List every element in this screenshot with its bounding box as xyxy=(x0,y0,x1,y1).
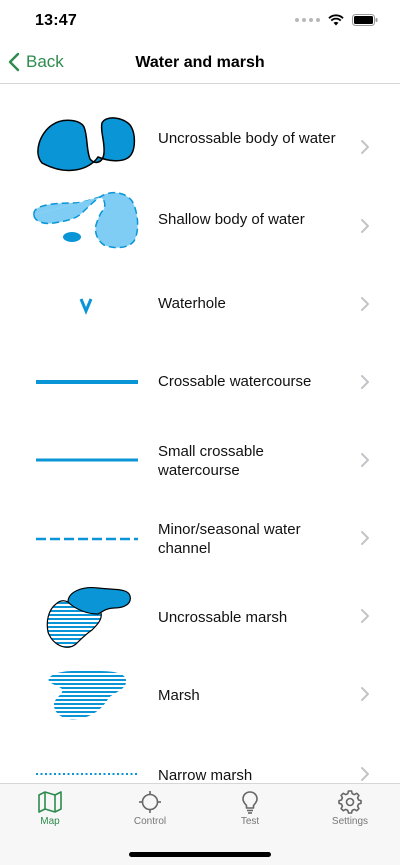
wifi-icon xyxy=(328,14,344,26)
list-item-waterhole[interactable]: Waterhole xyxy=(0,265,400,343)
tab-test[interactable]: Test xyxy=(200,790,300,827)
list-item-label: Crossable watercourse xyxy=(158,373,312,390)
status-icons xyxy=(295,14,378,26)
cellular-dots-icon xyxy=(295,18,320,22)
tab-label: Settings xyxy=(331,816,369,827)
chevron-right-icon xyxy=(361,297,369,311)
list-item-label: Minor/seasonal water channel xyxy=(158,521,301,557)
narrow-marsh-icon xyxy=(36,773,138,775)
list-item-label: Small crossable watercourse xyxy=(158,443,264,479)
chevron-right-icon xyxy=(361,219,369,233)
gear-icon xyxy=(338,790,362,814)
small-watercourse-icon xyxy=(36,458,138,462)
seasonal-channel-icon xyxy=(36,537,138,541)
crossable-watercourse-icon xyxy=(36,380,138,384)
list-item-label: Shallow body of water xyxy=(158,211,305,228)
shallow-water-icon xyxy=(33,191,139,249)
list-item-label: Marsh xyxy=(158,687,200,704)
tab-settings[interactable]: Settings xyxy=(300,790,400,827)
page-title: Water and marsh xyxy=(135,54,265,71)
navigation-bar: Back Water and marsh xyxy=(0,44,400,84)
chevron-right-icon xyxy=(361,453,369,467)
chevron-right-icon xyxy=(361,375,369,389)
status-bar: 13:47 xyxy=(0,0,400,44)
uncrossable-marsh-icon xyxy=(46,587,131,648)
list-item-label: Uncrossable marsh xyxy=(158,609,288,626)
tab-map[interactable]: Map xyxy=(0,790,100,827)
map-icon xyxy=(38,791,62,813)
tab-label: Control xyxy=(133,816,167,827)
waterhole-icon xyxy=(79,298,93,315)
chevron-right-icon xyxy=(361,531,369,545)
chevron-right-icon xyxy=(361,687,369,701)
list-item-label: Waterhole xyxy=(158,295,226,312)
status-time: 13:47 xyxy=(35,12,77,29)
chevron-right-icon xyxy=(361,609,369,623)
list-item-narrow-marsh[interactable]: Narrow marsh xyxy=(0,733,400,783)
list-item-uncrossable-water[interactable]: Uncrossable body of water xyxy=(0,107,400,185)
tab-label: Test xyxy=(240,816,260,827)
marsh-icon xyxy=(48,670,127,720)
tab-label: Map xyxy=(40,816,60,827)
crosshair-icon xyxy=(139,791,161,813)
list-item-shallow-water[interactable]: Shallow body of water xyxy=(0,187,400,265)
list-item-label: Narrow marsh xyxy=(158,767,253,783)
lightbulb-icon xyxy=(242,791,258,814)
list-item-label: Uncrossable body of water xyxy=(158,130,336,147)
tab-control[interactable]: Control xyxy=(100,790,200,827)
list-item-uncrossable-marsh[interactable]: Uncrossable marsh xyxy=(0,577,400,655)
battery-icon xyxy=(352,14,378,26)
list-item-marsh[interactable]: Marsh xyxy=(0,655,400,733)
symbol-list: Uncrossable body of water Shallow body o… xyxy=(0,85,400,783)
uncrossable-water-icon xyxy=(37,117,136,172)
chevron-right-icon xyxy=(361,140,369,154)
home-indicator xyxy=(129,852,271,857)
list-item-crossable-watercourse[interactable]: Crossable watercourse xyxy=(0,343,400,421)
list-item-small-watercourse[interactable]: Small crossable watercourse xyxy=(0,421,400,499)
chevron-right-icon xyxy=(361,767,369,781)
list-item-seasonal-channel[interactable]: Minor/seasonal water channel xyxy=(0,499,400,577)
